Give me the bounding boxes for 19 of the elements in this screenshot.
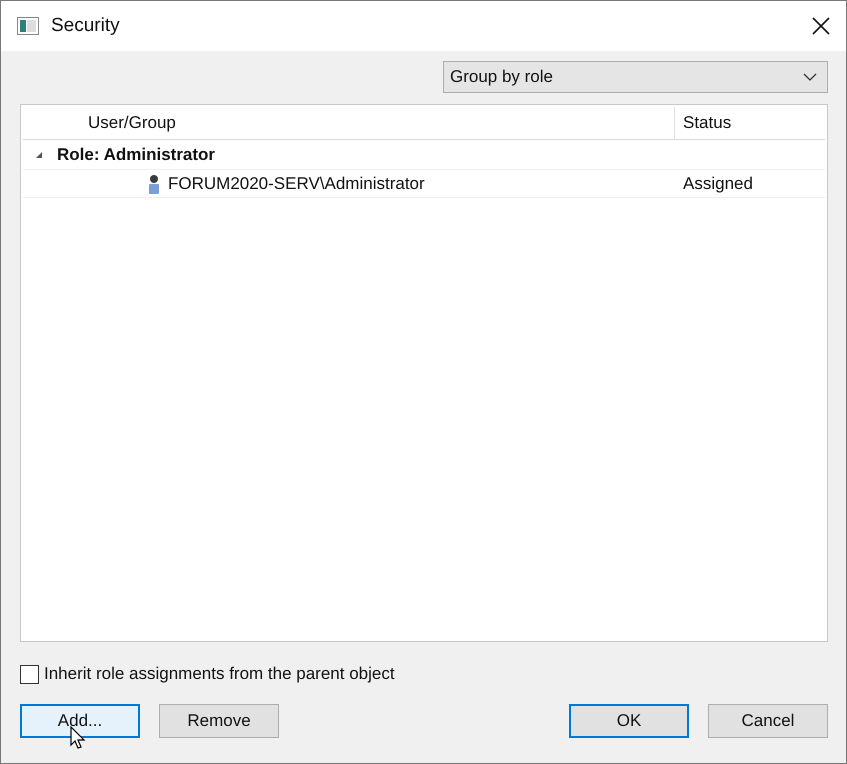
chevron-down-icon [803, 73, 817, 81]
status-cell-text: Assigned [682, 172, 754, 194]
user-icon [148, 174, 160, 194]
user-cell[interactable]: FORUM2020-SERV\Administrator [80, 170, 675, 197]
column-header[interactable]: User/Group [23, 107, 675, 139]
dialog-button[interactable]: Remove [159, 704, 279, 738]
close-icon[interactable] [812, 17, 830, 35]
group-by-dropdown[interactable]: Group by role [443, 61, 828, 93]
dialog-button[interactable]: Cancel [708, 704, 828, 738]
column-header[interactable]: Status [675, 107, 825, 139]
window-icon [17, 17, 39, 35]
collapse-icon[interactable] [35, 150, 43, 158]
dialog-button[interactable]: Add... [20, 704, 140, 738]
mouse-cursor-icon [70, 726, 86, 750]
group-header: Role: Administrator [57, 144, 216, 164]
dialog-button[interactable]: OK [569, 704, 689, 738]
checkbox-label: Inherit role assignments from the parent object [44, 664, 395, 684]
checkbox[interactable] [20, 664, 39, 684]
window-title: Security [51, 15, 121, 37]
